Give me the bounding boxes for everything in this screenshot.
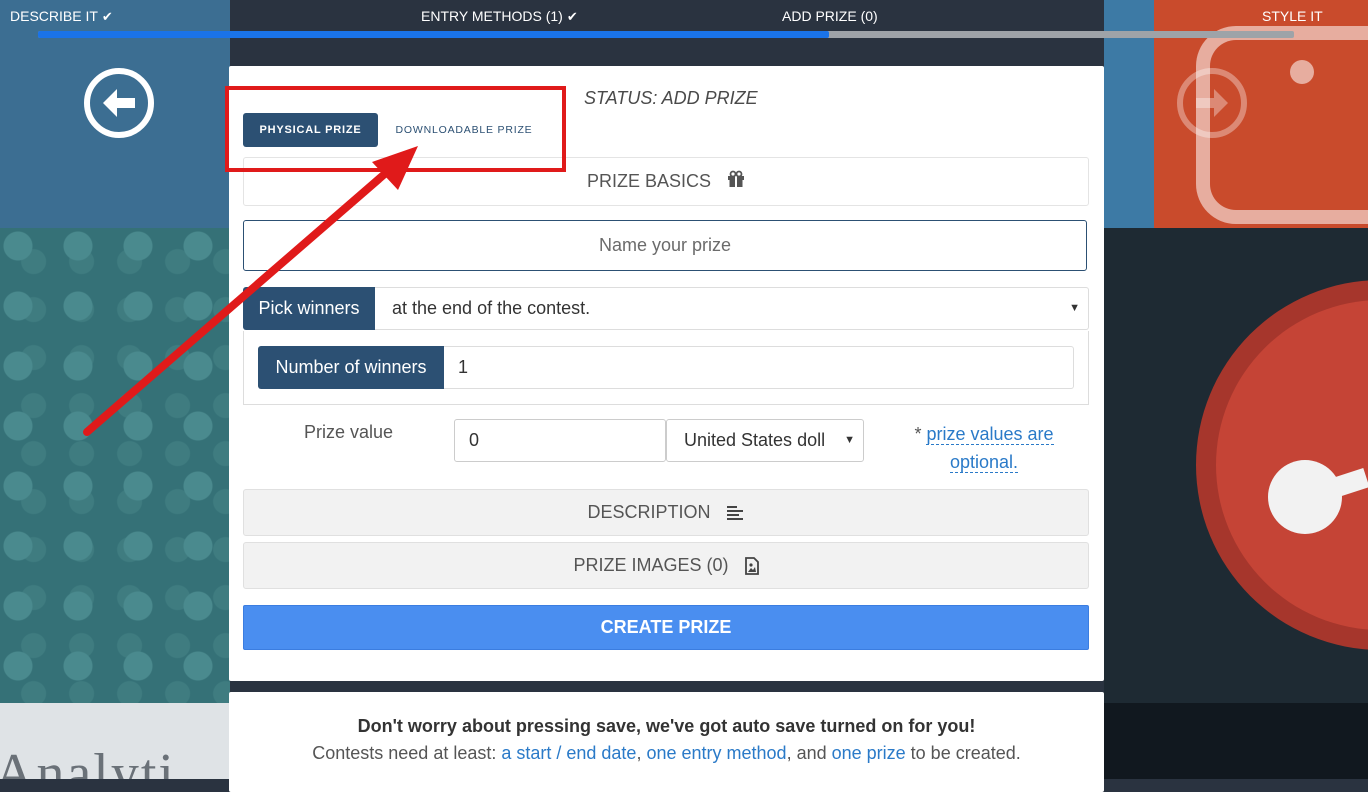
check-icon: ✔ bbox=[566, 9, 578, 24]
requirements-prefix: Contests need at least: bbox=[312, 743, 502, 763]
wheel-hub bbox=[1268, 460, 1342, 534]
section-label: DESCRIPTION bbox=[587, 502, 711, 522]
section-label: PRIZE BASICS bbox=[586, 171, 712, 191]
pick-winners-select[interactable]: at the end of the contest. ▼ bbox=[375, 287, 1089, 330]
annotation-highlight-box bbox=[225, 86, 566, 172]
number-of-winners-group: Number of winners 1 bbox=[243, 331, 1089, 405]
prize-value-input[interactable]: 0 bbox=[454, 419, 666, 462]
step-entry-methods[interactable]: ENTRY METHODS (1) ✔ bbox=[421, 8, 578, 25]
check-icon: ✔ bbox=[101, 9, 113, 24]
autosave-headline: Don't worry about pressing save, we've g… bbox=[357, 716, 976, 736]
gift-icon bbox=[727, 170, 745, 193]
pick-winners-value: at the end of the contest. bbox=[392, 298, 591, 318]
prize-values-optional-note: * prize values are optional. bbox=[899, 420, 1069, 476]
background-text: Analyti bbox=[0, 743, 176, 779]
prize-values-optional-link[interactable]: prize values are optional. bbox=[926, 424, 1054, 473]
requirements-suffix: to be created. bbox=[905, 743, 1021, 763]
step-describe-it[interactable]: DESCRIBE IT ✔ bbox=[10, 8, 113, 25]
number-of-winners-input[interactable]: 1 bbox=[444, 346, 1074, 389]
image-file-icon bbox=[744, 556, 759, 575]
autosave-notice: Don't worry about pressing save, we've g… bbox=[229, 692, 1104, 792]
progress-track bbox=[38, 31, 1294, 38]
start-end-date-link[interactable]: a start / end date bbox=[501, 743, 636, 763]
bg-tile-thumbs-pattern bbox=[0, 228, 230, 703]
step-label: DESCRIBE IT bbox=[10, 8, 98, 24]
autosave-requirements: Contests need at least: a start / end da… bbox=[229, 743, 1104, 764]
currency-select[interactable]: United States doll ▼ bbox=[666, 419, 864, 462]
one-prize-link[interactable]: one prize bbox=[832, 743, 906, 763]
note-prefix: * bbox=[914, 424, 927, 444]
separator: , bbox=[636, 743, 647, 763]
prize-value-label: Prize value bbox=[304, 422, 394, 442]
separator: , and bbox=[786, 743, 832, 763]
step-label: ENTRY METHODS (1) bbox=[421, 8, 563, 24]
create-prize-button[interactable]: CREATE PRIZE bbox=[243, 605, 1089, 650]
number-of-winners-label: Number of winners bbox=[258, 346, 444, 389]
step-add-prize[interactable]: ADD PRIZE (0) bbox=[782, 8, 878, 24]
currency-value: United States doll bbox=[684, 430, 826, 450]
camera-logo-dot bbox=[1290, 60, 1314, 84]
prize-images-section[interactable]: PRIZE IMAGES (0) bbox=[243, 542, 1089, 589]
pick-winners-row: Pick winners at the end of the contest. … bbox=[243, 287, 1089, 330]
align-left-icon bbox=[726, 505, 745, 521]
description-section[interactable]: DESCRIPTION bbox=[243, 489, 1089, 536]
status-text: STATUS: ADD PRIZE bbox=[584, 88, 758, 108]
arrow-left-circle-icon[interactable] bbox=[83, 67, 155, 139]
bg-tile bbox=[1104, 703, 1368, 779]
step-label: STYLE IT bbox=[1262, 8, 1323, 24]
caret-down-icon: ▼ bbox=[844, 434, 855, 446]
section-label: PRIZE IMAGES (0) bbox=[573, 555, 729, 575]
step-label: ADD PRIZE (0) bbox=[782, 8, 878, 24]
step-progress: DESCRIBE IT ✔ ENTRY METHODS (1) ✔ ADD PRIZ… bbox=[0, 0, 1368, 38]
caret-down-icon: ▼ bbox=[1069, 302, 1080, 314]
entry-method-link[interactable]: one entry method bbox=[646, 743, 786, 763]
prize-name-input[interactable] bbox=[243, 220, 1087, 271]
progress-fill bbox=[38, 31, 830, 38]
step-style-it[interactable]: STYLE IT bbox=[1262, 8, 1323, 24]
pick-winners-label: Pick winners bbox=[243, 287, 375, 330]
arrow-right-circle-icon[interactable] bbox=[1176, 67, 1248, 139]
